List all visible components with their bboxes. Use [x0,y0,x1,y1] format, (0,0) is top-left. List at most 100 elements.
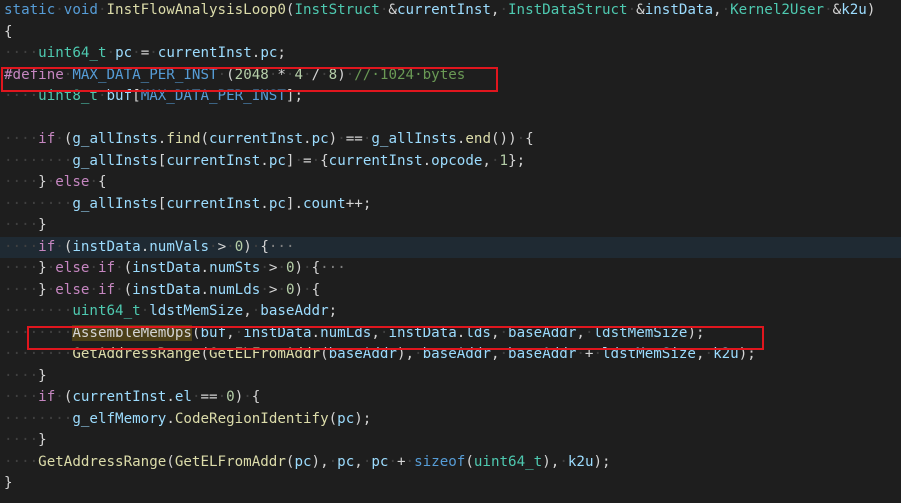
code-line[interactable]: ········AssembleMemOps(buf,·instData.num… [0,323,901,345]
code-editor[interactable]: static·void·InstFlowAnalysisLoop0(InstSt… [0,0,901,503]
code-token: + [397,453,406,470]
code-line[interactable]: ····uint8_t·buf[MAX_DATA_PER_INST]; [0,86,901,108]
code-line[interactable]: ········GetAddressRange(GetELFromAddr(ba… [0,344,901,366]
code-line[interactable]: ····if·(currentInst.el·==·0)·{ [0,387,901,409]
code-token: currentInst [72,389,167,405]
code-token: . [260,195,269,212]
code-token: > [217,238,227,255]
code-token: sizeof [414,453,466,470]
whitespace-marker: ········ [4,152,73,169]
code-line[interactable]: ····GetAddressRange(GetELFromAddr(pc),·p… [0,452,901,474]
code-token: ( [123,281,133,298]
code-token: g_elfMemory [72,410,167,427]
code-token: . [200,281,210,298]
code-token: ( [320,346,329,362]
code-token: & [636,2,645,18]
code-token: buf [200,324,227,341]
code-line[interactable]: ········uint64_t·ldstMemSize,·baseAddr; [0,301,901,323]
code-token: , [576,324,585,341]
code-token: . [311,324,321,341]
code-token: ; [277,45,286,61]
code-token: { [320,152,329,169]
code-line[interactable]: ····}·else·if·(instData.numLds·>·0)·{ [0,280,901,302]
code-token: { [311,281,321,298]
code-token: 2048 [234,66,269,83]
code-token: 1 [499,152,509,169]
code-line[interactable]: ····}·else·if·(instData.numSts·>·0)·{··· [0,258,901,280]
whitespace-marker: · [243,389,252,405]
whitespace-marker: · [559,453,568,470]
code-token: find [166,131,201,147]
code-token: ; [328,303,338,319]
whitespace-marker: · [260,281,269,298]
code-line[interactable] [0,108,901,130]
code-line[interactable]: ····uint64_t·pc·=·currentInst.pc; [0,43,901,65]
whitespace-marker: · [388,453,397,470]
whitespace-marker: · [345,66,355,83]
code-line[interactable]: ········g_allInsts[currentInst.pc].count… [0,194,901,216]
code-token: ) [337,66,346,83]
code-token: ) [234,389,244,405]
whitespace-marker: · [320,66,329,83]
code-token: if [97,281,116,298]
code-token: ldstMemSize [593,324,688,341]
code-token: baseAddr [328,346,397,362]
whitespace-marker: · [328,453,338,470]
whitespace-marker: · [576,346,585,362]
code-token: ( [123,260,133,276]
code-line[interactable]: ····}·else·{ [0,172,901,194]
code-token: 0 [285,281,295,298]
code-token: ) [294,260,304,276]
code-token: GetELFromAddr [209,346,321,362]
whitespace-marker: · [46,281,56,298]
code-token: ), [311,453,329,470]
code-line[interactable]: ····} [0,366,901,388]
code-token: instData [72,238,141,255]
code-token: ··· [268,238,295,255]
code-token: pc [268,152,286,169]
code-token: #define [4,66,64,83]
code-token: & [388,2,397,18]
whitespace-marker: ···· [4,367,39,384]
code-token: }; [508,152,526,169]
whitespace-marker: · [97,2,107,18]
code-line[interactable]: ····if·(instData.numVals·>·0)·{··· [0,236,901,258]
whitespace-marker: · [593,346,603,362]
whitespace-marker: ···· [4,260,39,276]
code-line[interactable]: { [0,22,901,44]
whitespace-marker: · [115,260,124,276]
code-token: currentInst [166,152,261,169]
whitespace-marker: ········ [4,195,73,212]
code-token: void [63,2,98,18]
code-token: if [38,131,56,147]
code-token: . [200,260,210,276]
code-line[interactable]: ····} [0,215,901,237]
whitespace-marker: · [337,131,346,147]
code-token: if [38,238,56,255]
whitespace-marker: ···· [4,88,39,104]
code-token: k2u [841,2,867,18]
code-token: , [243,303,252,319]
code-token: ( [226,66,235,83]
whitespace-marker: · [55,2,64,18]
code-line[interactable]: static·void·InstFlowAnalysisLoop0(InstSt… [0,0,901,22]
code-token: 8 [328,66,338,83]
whitespace-marker: · [721,2,731,18]
whitespace-marker: · [46,174,56,190]
code-line[interactable]: } [0,473,901,495]
code-line[interactable]: ····} [0,430,901,452]
whitespace-marker: · [140,303,150,319]
code-token: ( [465,453,474,470]
code-token: { [260,238,269,255]
code-line[interactable]: ········g_elfMemory.CodeRegionIdentify(p… [0,409,901,431]
code-line[interactable]: ········g_allInsts[currentInst.pc]·=·{cu… [0,151,901,173]
code-token: pc [337,453,355,470]
code-line[interactable]: #define·MAX_DATA_PER_INST·(2048·*·4·/·8)… [0,65,901,87]
code-token: end [465,131,491,147]
code-token: uint64_t [38,45,107,61]
code-token: ++; [345,195,372,212]
code-token: ]; [285,88,303,104]
code-token: else [55,260,90,276]
code-token: ( [200,346,210,362]
code-line[interactable]: ····if·(g_allInsts.find(currentInst.pc)·… [0,129,901,151]
